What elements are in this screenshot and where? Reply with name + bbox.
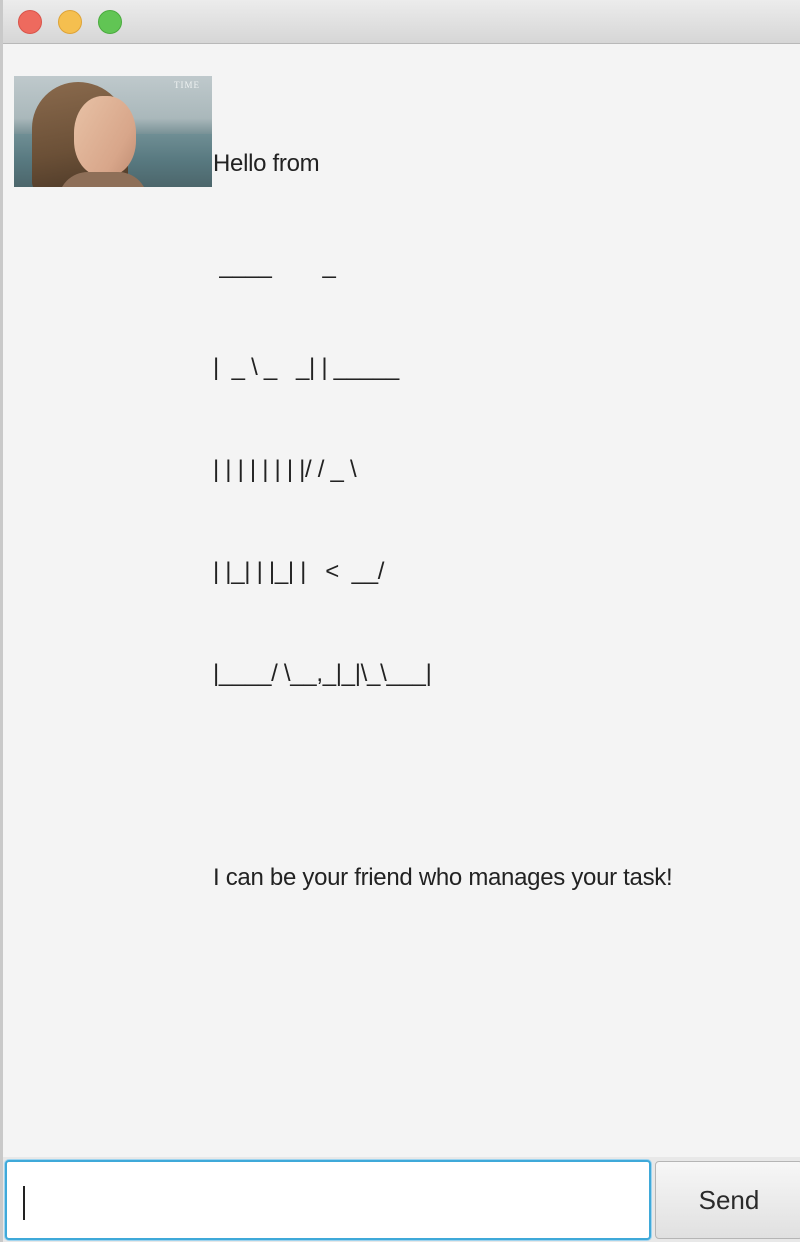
user-input-field[interactable]	[5, 1160, 651, 1240]
logo-line: | |_| | |_| | < __/	[213, 558, 385, 585]
text-caret	[23, 1186, 25, 1220]
logo-line: | | | | | | | |/ / _ \	[213, 456, 357, 483]
title-bar[interactable]	[3, 0, 800, 44]
bot-avatar: TIME	[14, 76, 212, 187]
logo-line: |____/ \__,_|_|\_\___|	[213, 660, 432, 687]
bot-dialog-box: TIME Hello from ____ _ | _ \ _ _| | ____…	[14, 76, 673, 963]
send-button[interactable]: Send	[655, 1161, 800, 1239]
app-window: TIME Hello from ____ _ | _ \ _ _| | ____…	[0, 0, 800, 1242]
zoom-window-button[interactable]	[98, 10, 122, 34]
dialog-container[interactable]: TIME Hello from ____ _ | _ \ _ _| | ____…	[3, 45, 800, 1157]
logo-line: ____ _	[213, 252, 387, 279]
avatar-watermark: TIME	[174, 80, 200, 90]
intro-text: I can be your friend who manages your ta…	[213, 864, 673, 891]
bot-message: Hello from ____ _ | _ \ _ _| | _____ | |…	[213, 76, 673, 963]
close-window-button[interactable]	[18, 10, 42, 34]
greeting-text: Hello from	[213, 150, 320, 177]
minimize-window-button[interactable]	[58, 10, 82, 34]
input-bar: Send	[3, 1157, 800, 1242]
logo-line: | _ \ _ _| | _____	[213, 354, 406, 381]
avatar-face	[74, 96, 136, 176]
